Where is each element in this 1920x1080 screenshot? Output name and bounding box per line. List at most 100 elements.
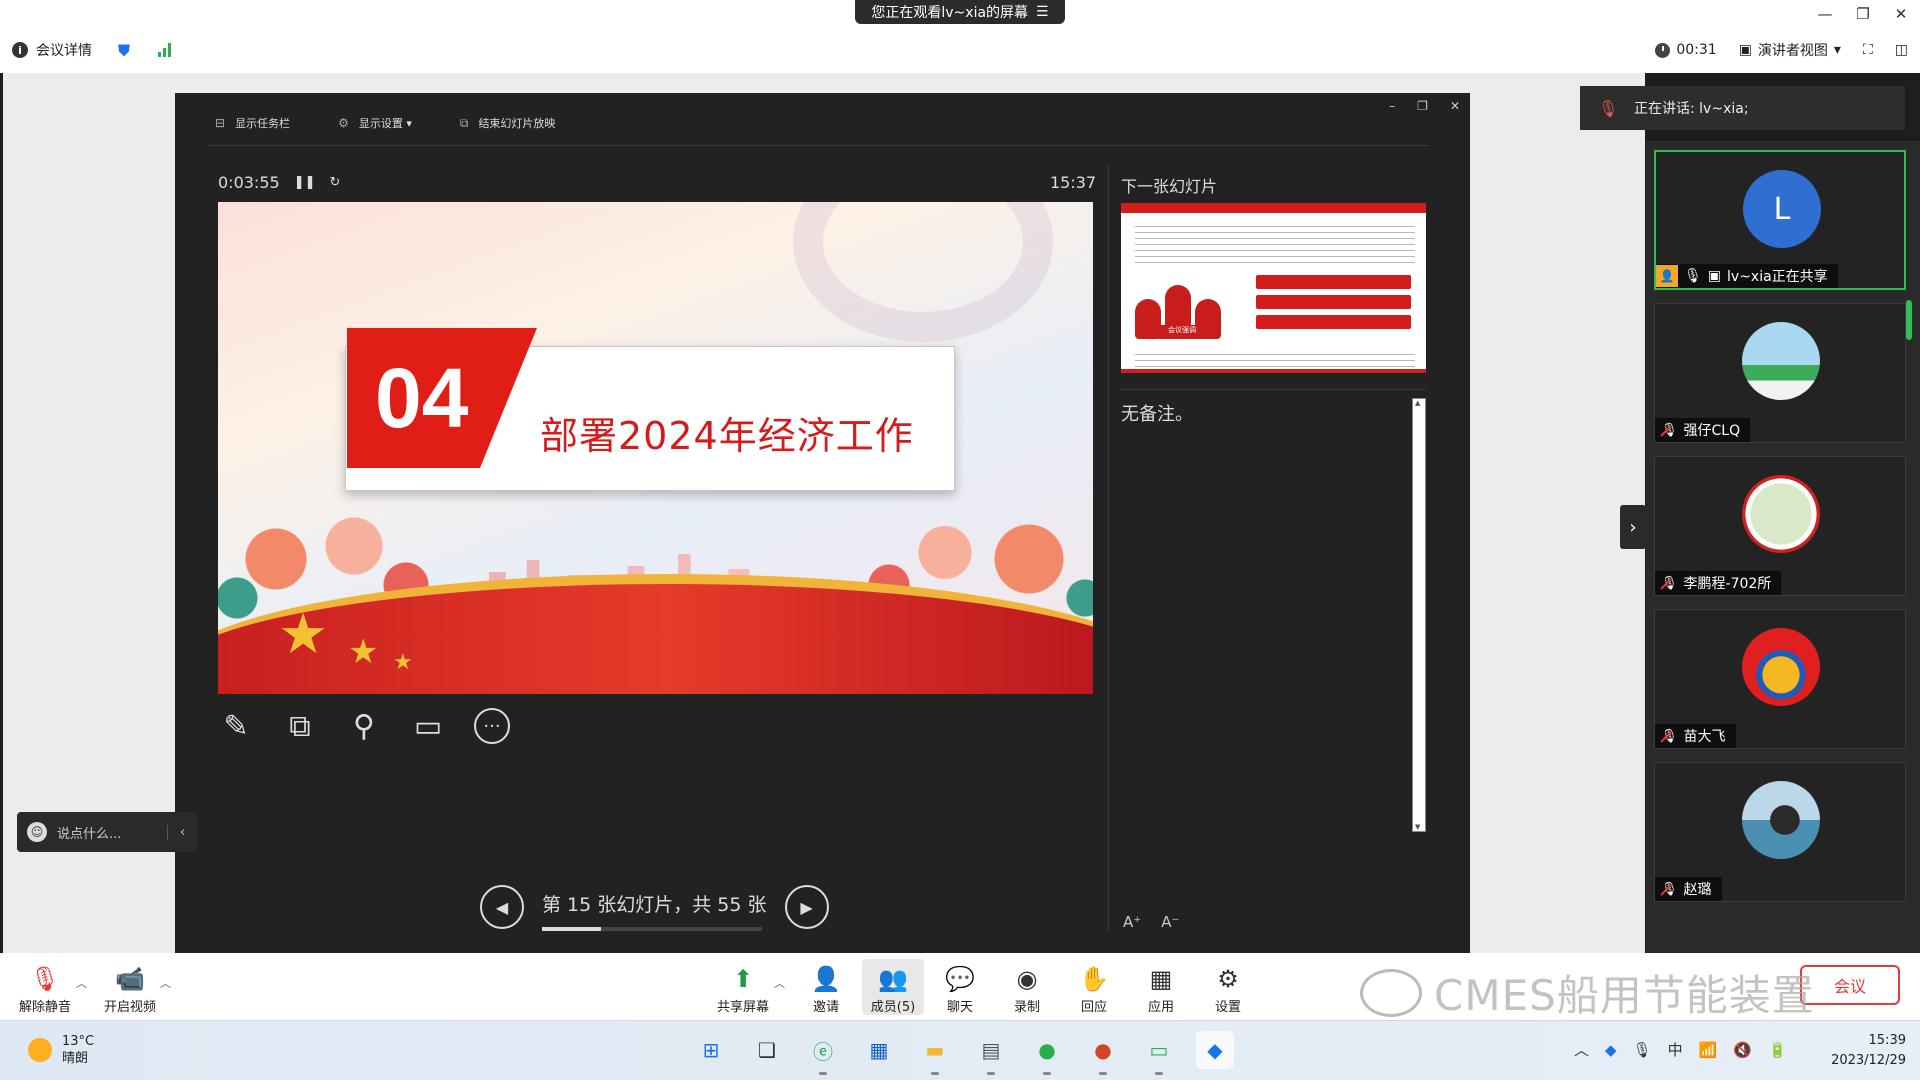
store-icon[interactable]: ▦ (860, 1031, 898, 1069)
end-meeting-button[interactable]: 会议 (1800, 965, 1900, 1005)
slide-title: 部署2024年经济工作 (540, 414, 914, 458)
zoom-icon[interactable]: ⚲ (346, 708, 382, 744)
notes-scrollbar[interactable] (1412, 398, 1426, 832)
participant-tile[interactable]: L 👤 🎙 ▣ lv~xia正在共享 (1654, 150, 1906, 290)
meeting-tray-icon[interactable]: ◆ (1605, 1041, 1617, 1059)
chat-placeholder[interactable]: 说点什么... (57, 823, 121, 842)
members-button[interactable]: 👥 成员(5) (862, 959, 924, 1015)
pp-close-icon[interactable]: ✕ (1450, 99, 1460, 113)
mic-icon: 🎙 (1684, 268, 1702, 284)
decrease-font-icon[interactable]: A⁻ (1161, 913, 1179, 931)
participant-tile[interactable]: 🎙 苗大飞 (1654, 609, 1906, 749)
see-all-slides-icon[interactable]: ⧉ (282, 708, 318, 744)
calculator-icon[interactable]: ▤ (972, 1031, 1010, 1075)
pane-divider[interactable] (1108, 165, 1109, 931)
chevron-left-icon[interactable]: ‹ (167, 824, 197, 840)
battery-icon[interactable]: 🔋 (1768, 1041, 1787, 1059)
audio-options-icon[interactable]: ︿ (76, 975, 87, 991)
info-icon[interactable]: i (12, 42, 28, 58)
chevron-down-icon: ▾ (1833, 42, 1841, 58)
video-options-icon[interactable]: ︿ (160, 975, 171, 991)
unmute-label: 解除静音 (18, 1000, 71, 1015)
members-label: 成员(5) (870, 1000, 916, 1015)
pen-icon[interactable]: ✎ (218, 708, 254, 744)
browser-icon[interactable]: ⓔ (804, 1031, 842, 1075)
settings-button[interactable]: ⚙ 设置 (1197, 959, 1259, 1015)
next-thumb-text (1135, 223, 1415, 263)
powerpoint-icon[interactable]: ● (1084, 1031, 1122, 1075)
pp-minimize-icon[interactable]: – (1389, 99, 1395, 113)
chevron-up-icon[interactable]: ︿ (1574, 1039, 1589, 1060)
unmute-button[interactable]: 🎙 解除静音 (14, 959, 76, 1015)
sidebar-toggle-button[interactable]: ◫ (1895, 42, 1908, 58)
share-options-icon[interactable]: ︿ (774, 975, 785, 991)
slide-progress (542, 926, 762, 931)
next-slide-thumbnail[interactable]: 部署2024年经济工作 会议强调 (1121, 203, 1426, 373)
speaker-muted-icon[interactable]: 🔇 (1733, 1041, 1752, 1059)
members-icon: 👥 (878, 965, 908, 993)
slide-progress-fill (542, 926, 602, 931)
screen-black-icon[interactable]: ▭ (410, 708, 446, 744)
windows-start-icon[interactable]: ⊞ (692, 1031, 730, 1069)
avatar (1742, 781, 1820, 859)
record-button[interactable]: ◉ 录制 (996, 959, 1058, 1015)
participant-tile[interactable]: 🎙 李鹏程-702所 (1654, 456, 1906, 596)
pause-icon[interactable]: ❚❚ (294, 175, 316, 190)
participant-panel: L 👤 🎙 ▣ lv~xia正在共享 🎙 强仔CLQ 🎙 李鹏程-702所 🎙 … (1646, 141, 1920, 953)
increase-font-icon[interactable]: A⁺ (1123, 913, 1141, 931)
slide-counter[interactable]: 第 15 张幻灯片，共 55 张 (542, 890, 767, 931)
participant-name-tag: 🎙 赵璐 (1655, 877, 1722, 901)
remote-desktop-icon[interactable]: ▭ (1140, 1031, 1178, 1075)
invite-button[interactable]: 👤 邀请 (795, 959, 857, 1015)
taskbar-clock[interactable]: 15:39 2023/12/29 (1818, 1031, 1906, 1071)
show-taskbar-button[interactable]: ⊟ 显示任务栏 (215, 115, 290, 131)
presenter-view-window: ⊟ 显示任务栏 ⚙ 显示设置 ▾ ⧉ 结束幻灯片放映 – ❐ ✕ 0:03:55 ❚❚… (175, 93, 1470, 953)
participant-tile[interactable]: 🎙 赵璐 (1654, 762, 1906, 902)
shield-icon[interactable]: ⛊ (118, 41, 134, 60)
notes-pane[interactable]: 无备注。 (1121, 389, 1426, 833)
ime-icon[interactable]: 中 (1668, 1039, 1683, 1060)
view-mode-button[interactable]: ▣ 演讲者视图 ▾ (1739, 40, 1841, 60)
folder-icon[interactable]: ▬ (916, 1031, 954, 1075)
microphone-icon[interactable]: 🎙 (1633, 1041, 1652, 1059)
toolbar-divider (207, 145, 1429, 146)
participant-name: lv~xia正在共享 (1727, 269, 1828, 285)
more-options-icon[interactable]: ··· (474, 708, 510, 744)
chat-button[interactable]: 💬 聊天 (929, 959, 991, 1015)
collapse-panel-button[interactable]: › (1620, 505, 1646, 549)
emoji-icon[interactable]: ☺ (27, 822, 47, 842)
previous-slide-button[interactable]: ◀ (480, 885, 524, 929)
chat-input-bar[interactable]: ☺ 说点什么... ‹ (17, 812, 197, 852)
chevron-right-icon: › (1629, 516, 1637, 538)
panel-scrollbar[interactable] (1906, 300, 1912, 340)
reaction-button[interactable]: ✋ 回应 (1063, 959, 1125, 1015)
share-screen-button[interactable]: ⬆ 共享屏幕 (712, 959, 774, 1015)
clock-icon (1655, 42, 1671, 58)
system-tray: ︿ ◆ 🎙 中 📶 🔇 🔋 (1574, 1039, 1787, 1060)
taskbar-time: 15:39 (1868, 1033, 1906, 1048)
wifi-icon[interactable]: 📶 (1699, 1041, 1718, 1059)
share-banner[interactable]: 您正在观看lv~xia的屏幕 ☰ (855, 0, 1065, 24)
close-icon[interactable]: ✕ (1882, 0, 1920, 28)
meeting-details-link[interactable]: 会议详情 (36, 40, 92, 60)
weather-widget[interactable]: 13°C 晴朗 (28, 1033, 94, 1067)
start-video-button[interactable]: 📹 开启视频 (99, 959, 161, 1015)
tencent-meeting-icon[interactable]: ◆ (1196, 1031, 1234, 1069)
fullscreen-button[interactable]: ⛶ (1863, 42, 1873, 58)
reset-icon[interactable]: ↻ (329, 175, 340, 190)
apps-button[interactable]: ▦ 应用 (1130, 959, 1192, 1015)
end-slideshow-button[interactable]: ⧉ 结束幻灯片放映 (460, 115, 556, 131)
participant-tile[interactable]: 🎙 强仔CLQ (1654, 303, 1906, 443)
restore-icon[interactable]: ❐ (1844, 0, 1882, 28)
display-settings-button[interactable]: ⚙ 显示设置 ▾ (338, 115, 412, 131)
current-slide[interactable]: ★ ★ ★ 04 部署2024年经济工作 (218, 202, 1093, 694)
minimize-icon[interactable]: — (1806, 0, 1844, 28)
task-view-icon[interactable]: ❏ (748, 1031, 786, 1069)
pp-restore-icon[interactable]: ❐ (1417, 99, 1428, 113)
wechat-icon[interactable]: ● (1028, 1031, 1066, 1075)
slideshow-timer: 0:03:55 ❚❚ ↻ (218, 173, 340, 192)
menu-icon[interactable]: ☰ (1036, 4, 1049, 20)
next-slide-button[interactable]: ▶ (784, 885, 829, 929)
signal-icon[interactable] (158, 43, 171, 57)
sidebar-icon: ◫ (1894, 42, 1908, 58)
